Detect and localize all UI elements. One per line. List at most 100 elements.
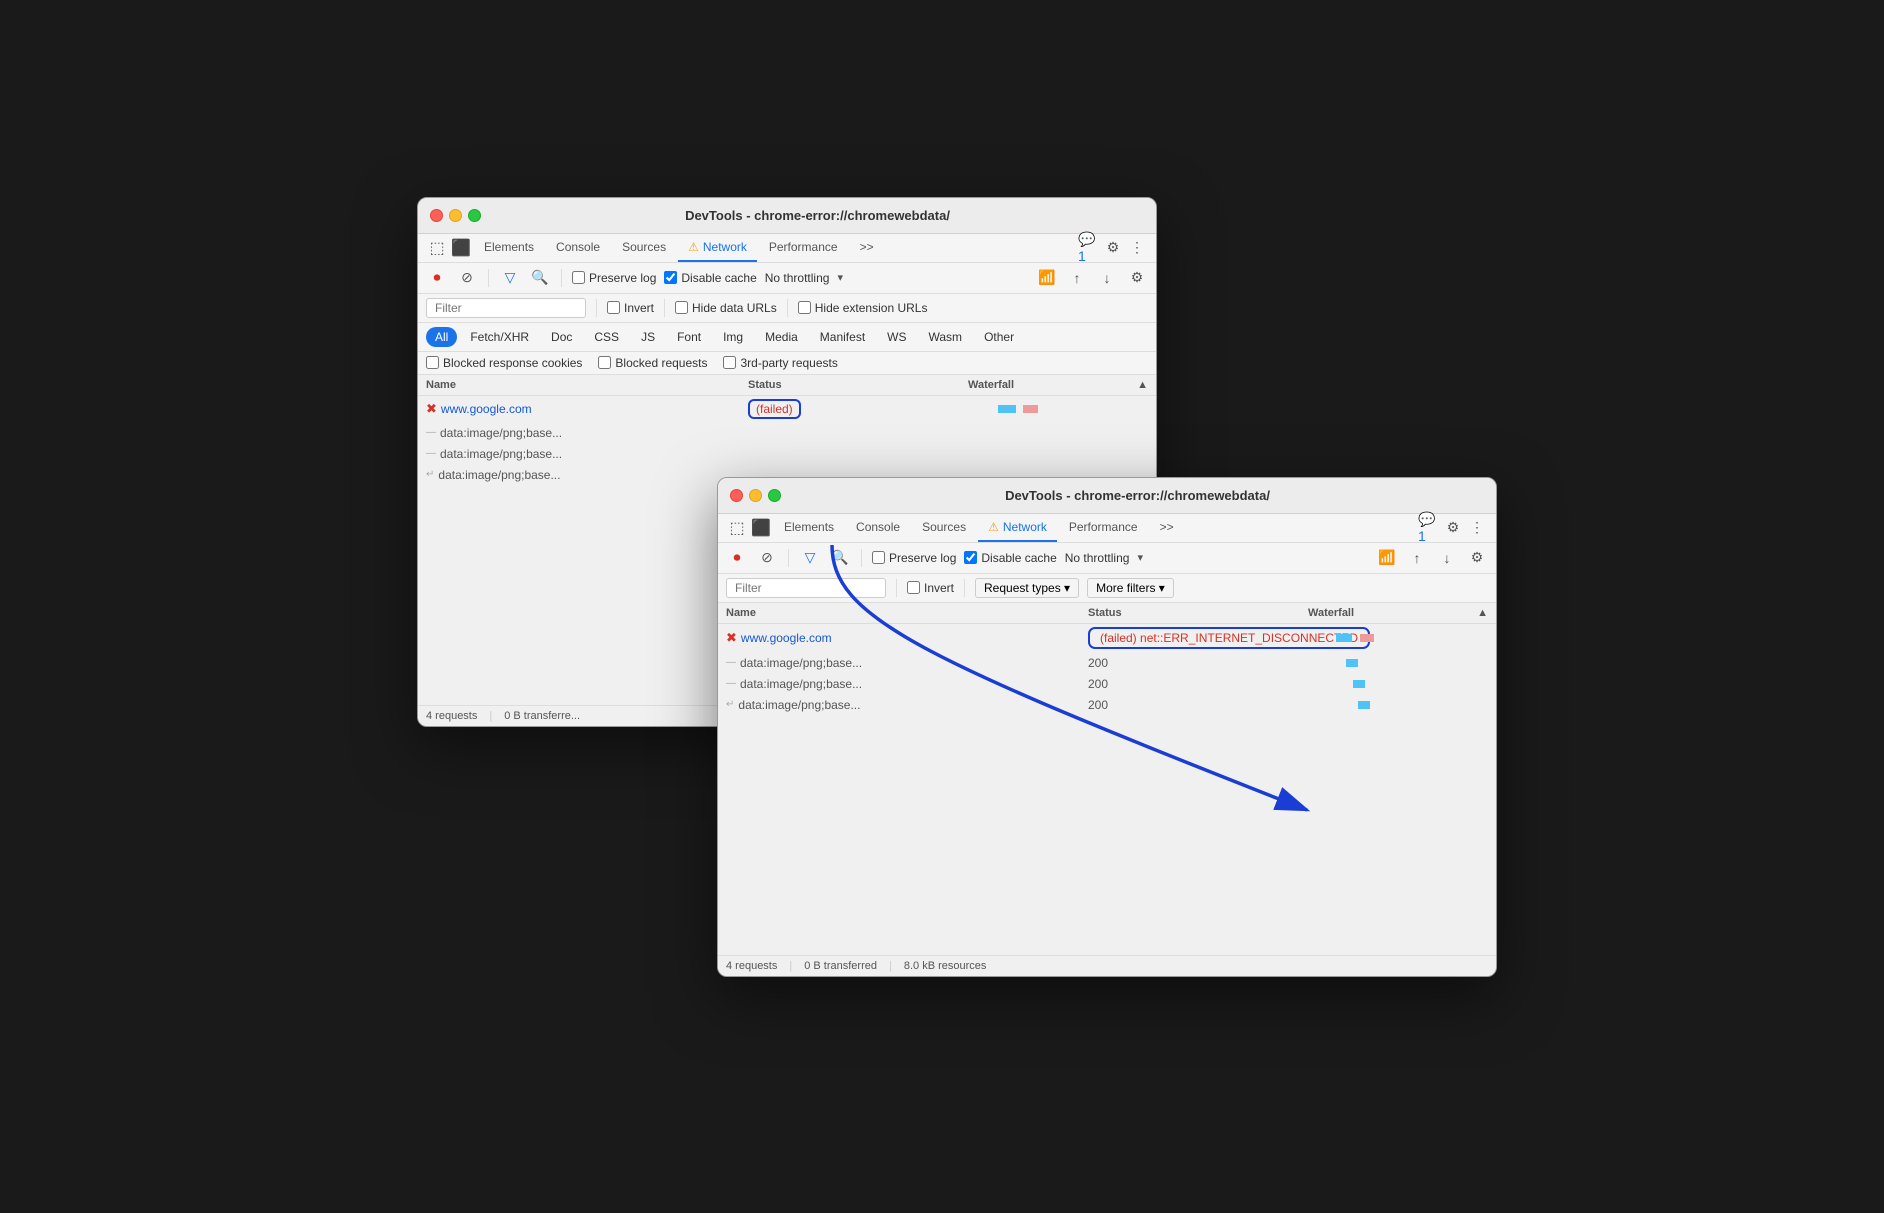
network-settings-icon-1[interactable]: ⚙	[1126, 267, 1148, 289]
hide-data-urls-label-1[interactable]: Hide data URLs	[675, 301, 777, 315]
table-row-2-3[interactable]: — data:image/png;base... 200	[718, 674, 1496, 695]
filter-css-1[interactable]: CSS	[585, 327, 628, 347]
record-icon-1[interactable]: ⏺	[426, 267, 448, 289]
throttle-arrow-1[interactable]: ▾	[837, 271, 843, 284]
more-icon-1[interactable]: ⋮	[1126, 237, 1148, 259]
disable-cache-label-1[interactable]: Disable cache	[664, 271, 756, 285]
cursor-icon-2[interactable]: ⬚	[726, 517, 748, 539]
layout-icon-1[interactable]: ⬛	[450, 237, 472, 259]
tab-performance-1[interactable]: Performance	[759, 234, 848, 262]
more-filters-btn-2[interactable]: More filters ▾	[1087, 578, 1174, 598]
filter-doc-1[interactable]: Doc	[542, 327, 581, 347]
tab-more-2[interactable]: >>	[1150, 514, 1184, 542]
settings-icon-1[interactable]: ⚙	[1102, 237, 1124, 259]
network-settings-icon-2[interactable]: ⚙	[1466, 547, 1488, 569]
filter-manifest-1[interactable]: Manifest	[811, 327, 874, 347]
filter-js-1[interactable]: JS	[632, 327, 664, 347]
tab-elements-1[interactable]: Elements	[474, 234, 544, 262]
third-party-1[interactable]	[723, 356, 736, 369]
more-icon-2[interactable]: ⋮	[1466, 517, 1488, 539]
preserve-log-label-2[interactable]: Preserve log	[872, 551, 956, 565]
record-icon-2[interactable]: ⏺	[726, 547, 748, 569]
tab-console-1[interactable]: Console	[546, 234, 610, 262]
close-button-1[interactable]	[430, 209, 443, 222]
col-name-header-2[interactable]: Name	[726, 607, 1088, 619]
cursor-icon-1[interactable]: ⬚	[426, 237, 448, 259]
upload-icon-2[interactable]: ↑	[1406, 547, 1428, 569]
filter-wasm-1[interactable]: Wasm	[920, 327, 972, 347]
link-name-2-1[interactable]: www.google.com	[741, 631, 832, 645]
filter-icon-1[interactable]: ▽	[499, 267, 521, 289]
filter-other-1[interactable]: Other	[975, 327, 1023, 347]
tab-sources-1[interactable]: Sources	[612, 234, 676, 262]
wifi-icon-1[interactable]: 📶	[1036, 267, 1058, 289]
col-waterfall-header-1[interactable]: Waterfall ▲	[968, 379, 1148, 391]
table-row-1-2[interactable]: — data:image/png;base...	[418, 423, 1156, 444]
throttle-text-1: No throttling	[765, 271, 830, 285]
blocked-requests-label-1[interactable]: Blocked requests	[598, 356, 707, 370]
col-waterfall-header-2[interactable]: Waterfall ▲	[1308, 607, 1488, 619]
filter-ws-1[interactable]: WS	[878, 327, 915, 347]
disable-cache-checkbox-2[interactable]	[964, 551, 977, 564]
tab-console-2[interactable]: Console	[846, 514, 910, 542]
filter-font-1[interactable]: Font	[668, 327, 710, 347]
col-name-header-1[interactable]: Name	[426, 379, 748, 391]
download-icon-2[interactable]: ↓	[1436, 547, 1458, 569]
upload-icon-1[interactable]: ↑	[1066, 267, 1088, 289]
throttle-arrow-2[interactable]: ▾	[1137, 551, 1143, 564]
third-party-label-1[interactable]: 3rd-party requests	[723, 356, 837, 370]
blocked-cookies-1[interactable]	[426, 356, 439, 369]
invert-label-1[interactable]: Invert	[607, 301, 654, 315]
search-icon-1[interactable]: 🔍	[529, 267, 551, 289]
tab-elements-2[interactable]: Elements	[774, 514, 844, 542]
maximize-button-1[interactable]	[468, 209, 481, 222]
tab-more-1[interactable]: >>	[850, 234, 884, 262]
invert-label-2[interactable]: Invert	[907, 581, 954, 595]
col-status-header-2[interactable]: Status	[1088, 607, 1308, 619]
tab-network-1[interactable]: ⚠Network	[678, 234, 757, 262]
hide-data-urls-checkbox-1[interactable]	[675, 301, 688, 314]
invert-checkbox-2[interactable]	[907, 581, 920, 594]
hide-extension-urls-label-1[interactable]: Hide extension URLs	[798, 301, 928, 315]
filter-media-1[interactable]: Media	[756, 327, 807, 347]
request-types-btn-2[interactable]: Request types ▾	[975, 578, 1079, 598]
preserve-log-label-1[interactable]: Preserve log	[572, 271, 656, 285]
tab-performance-2[interactable]: Performance	[1059, 514, 1148, 542]
filter-input-1[interactable]	[426, 298, 586, 318]
table-row-1-3[interactable]: — data:image/png;base...	[418, 444, 1156, 465]
close-button-2[interactable]	[730, 489, 743, 502]
layout-icon-2[interactable]: ⬛	[750, 517, 772, 539]
col-status-header-1[interactable]: Status	[748, 379, 968, 391]
table-row-2-1[interactable]: ✖ www.google.com (failed) net::ERR_INTER…	[718, 624, 1496, 653]
download-icon-1[interactable]: ↓	[1096, 267, 1118, 289]
comments-icon-2[interactable]: 💬 1	[1418, 517, 1440, 539]
table-row-2-4[interactable]: ↵ data:image/png;base... 200	[718, 695, 1496, 716]
preserve-log-checkbox-2[interactable]	[872, 551, 885, 564]
clear-icon-1[interactable]: ⊘	[456, 267, 478, 289]
disable-cache-label-2[interactable]: Disable cache	[964, 551, 1056, 565]
minimize-button-1[interactable]	[449, 209, 462, 222]
settings-icon-2[interactable]: ⚙	[1442, 517, 1464, 539]
blocked-cookies-label-1[interactable]: Blocked response cookies	[426, 356, 582, 370]
filter-input-2[interactable]	[726, 578, 886, 598]
tab-sources-2[interactable]: Sources	[912, 514, 976, 542]
filter-all-1[interactable]: All	[426, 327, 457, 347]
clear-icon-2[interactable]: ⊘	[756, 547, 778, 569]
filter-img-1[interactable]: Img	[714, 327, 752, 347]
filter-fetch-xhr-1[interactable]: Fetch/XHR	[461, 327, 538, 347]
disable-cache-checkbox-1[interactable]	[664, 271, 677, 284]
maximize-button-2[interactable]	[768, 489, 781, 502]
blocked-requests-1[interactable]	[598, 356, 611, 369]
minimize-button-2[interactable]	[749, 489, 762, 502]
invert-checkbox-1[interactable]	[607, 301, 620, 314]
table-row-2-2[interactable]: — data:image/png;base... 200	[718, 653, 1496, 674]
comments-icon-1[interactable]: 💬 1	[1078, 237, 1100, 259]
link-name-1-1[interactable]: www.google.com	[441, 402, 532, 416]
wifi-icon-2[interactable]: 📶	[1376, 547, 1398, 569]
hide-extension-urls-checkbox-1[interactable]	[798, 301, 811, 314]
filter-icon-2[interactable]: ▽	[799, 547, 821, 569]
preserve-log-checkbox-1[interactable]	[572, 271, 585, 284]
tab-network-2[interactable]: ⚠Network	[978, 514, 1057, 542]
table-row-1-1[interactable]: ✖ www.google.com (failed)	[418, 396, 1156, 423]
search-icon-2[interactable]: 🔍	[829, 547, 851, 569]
